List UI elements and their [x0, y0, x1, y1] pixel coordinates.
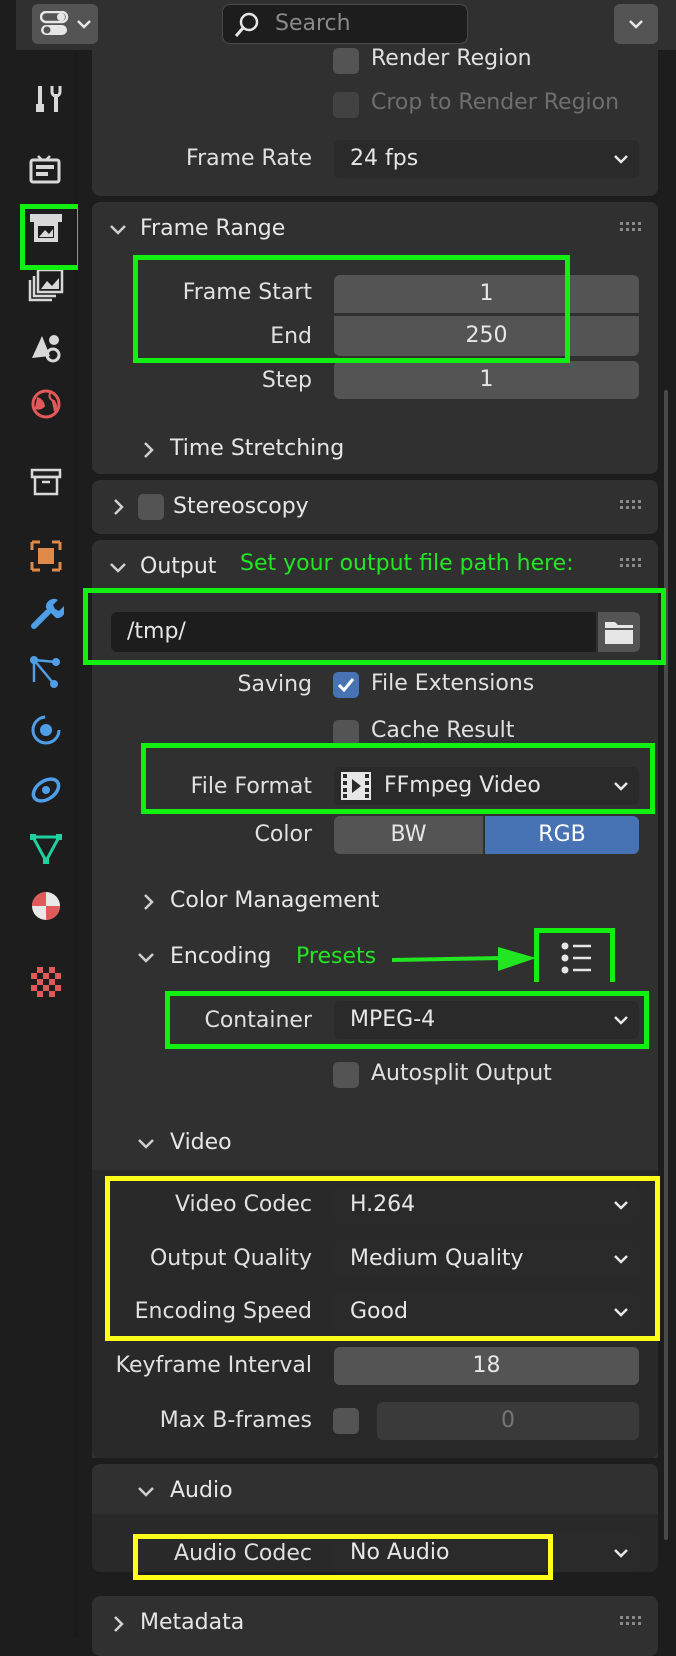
world-icon[interactable]	[28, 386, 64, 422]
presets-highlight	[534, 928, 615, 989]
audio-codec-highlight	[133, 1534, 553, 1580]
output-path-annotation: Set your output file path here:	[240, 551, 574, 576]
stereoscopy-title[interactable]: Stereoscopy	[173, 494, 309, 519]
physics-icon[interactable]	[28, 712, 64, 748]
arrow-annotation	[391, 947, 536, 971]
container-highlight	[165, 991, 649, 1049]
material-icon[interactable]	[28, 888, 64, 924]
color-rgb-button[interactable]: RGB	[485, 816, 639, 854]
chevron-down-icon[interactable]	[136, 1484, 156, 1500]
chevron-right-icon[interactable]	[112, 497, 126, 517]
editor-type-button[interactable]	[32, 4, 98, 44]
render-region-checkbox[interactable]	[333, 48, 359, 74]
chevron-down-icon	[629, 20, 643, 29]
drag-handle-icon[interactable]	[620, 222, 642, 234]
render-icon[interactable]	[28, 152, 64, 188]
video-settings-highlight	[105, 1176, 660, 1341]
crop-region-label: Crop to Render Region	[371, 90, 620, 115]
cache-result-label: Cache Result	[371, 718, 515, 743]
color-bw-button[interactable]: BW	[334, 816, 483, 854]
chevron-down-icon	[77, 20, 91, 29]
time-stretching-subpanel[interactable]: Time Stretching	[170, 436, 344, 461]
chevron-down-icon[interactable]	[136, 950, 156, 966]
frame-rate-select[interactable]: 24 fps	[334, 140, 639, 178]
chevron-down-icon	[614, 155, 628, 164]
saving-label: Saving	[237, 672, 313, 697]
frame-step-field[interactable]: 1	[334, 361, 639, 399]
modifier-icon[interactable]	[28, 596, 64, 632]
search-icon	[234, 12, 259, 37]
crop-region-checkbox[interactable]	[333, 92, 359, 118]
frame-range-title[interactable]: Frame Range	[140, 216, 285, 241]
chevron-right-icon[interactable]	[112, 1614, 126, 1634]
color-management-subpanel[interactable]: Color Management	[170, 888, 379, 913]
presets-annotation: Presets	[296, 944, 377, 969]
audio-title[interactable]: Audio	[170, 1478, 233, 1503]
chevron-down-icon[interactable]	[108, 560, 128, 576]
checkmark-icon	[337, 678, 355, 693]
file-extensions-label: File Extensions	[371, 671, 535, 696]
chevron-down-icon	[614, 1549, 628, 1558]
object-icon[interactable]	[28, 538, 64, 574]
stereoscopy-checkbox[interactable]	[138, 494, 164, 520]
search-placeholder: Search	[275, 11, 351, 36]
chevron-down-icon[interactable]	[108, 222, 128, 238]
frame-rate-value: 24 fps	[350, 146, 419, 171]
max-bframes-label: Max B-frames	[159, 1408, 312, 1433]
particles-icon[interactable]	[28, 654, 64, 690]
file-format-highlight	[141, 743, 655, 814]
video-title[interactable]: Video	[170, 1130, 232, 1155]
chevron-right-icon[interactable]	[142, 440, 156, 460]
frame-rate-label: Frame Rate	[186, 146, 312, 171]
output-tab-highlight	[20, 204, 82, 270]
search-input[interactable]: Search	[222, 4, 468, 44]
header-options-button[interactable]	[614, 4, 658, 44]
max-bframes-checkbox[interactable]	[333, 1408, 359, 1434]
keyframe-interval-label: Keyframe Interval	[115, 1353, 312, 1378]
render-region-label: Render Region	[371, 46, 532, 71]
frame-range-highlight	[133, 255, 570, 363]
texture-icon[interactable]	[28, 964, 64, 1000]
drag-handle-icon[interactable]	[620, 500, 642, 512]
chevron-right-icon[interactable]	[142, 892, 156, 912]
max-bframes-field[interactable]: 0	[377, 1402, 639, 1440]
metadata-title[interactable]: Metadata	[140, 1610, 244, 1635]
drag-handle-icon[interactable]	[620, 558, 642, 570]
chevron-down-icon[interactable]	[136, 1136, 156, 1152]
scrollbar[interactable]	[664, 390, 668, 1540]
autosplit-label: Autosplit Output	[371, 1061, 552, 1086]
object-data-icon[interactable]	[28, 830, 64, 866]
view-layer-icon[interactable]	[28, 268, 64, 304]
encoding-title[interactable]: Encoding	[170, 944, 271, 969]
keyframe-interval-field[interactable]: 18	[334, 1347, 639, 1385]
file-extensions-checkbox[interactable]	[333, 672, 359, 698]
frame-step-label: Step	[261, 368, 312, 393]
collection-icon[interactable]	[28, 464, 64, 500]
color-label: Color	[254, 822, 312, 847]
properties-editor-icon	[40, 11, 69, 35]
drag-handle-icon[interactable]	[620, 1616, 642, 1628]
autosplit-checkbox[interactable]	[333, 1062, 359, 1088]
tool-icon[interactable]	[28, 82, 64, 118]
output-title[interactable]: Output	[140, 554, 216, 579]
constraints-icon[interactable]	[28, 772, 64, 808]
output-path-highlight	[83, 588, 666, 665]
scene-icon[interactable]	[28, 328, 64, 364]
